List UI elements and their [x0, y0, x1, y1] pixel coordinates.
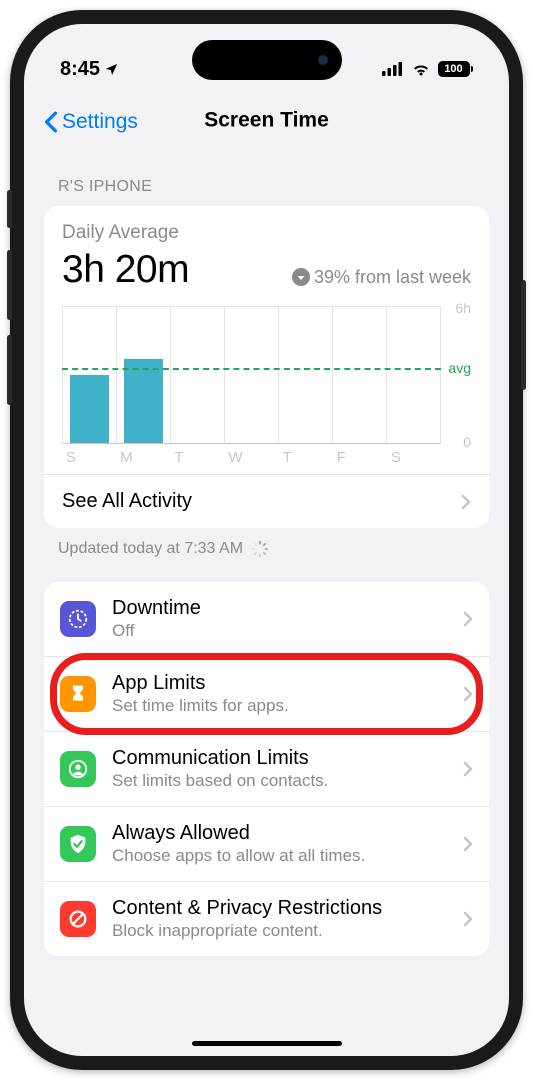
home-indicator[interactable]	[192, 1041, 342, 1046]
updated-text: Updated today at 7:33 AM	[44, 528, 489, 582]
x-axis-label: S	[387, 449, 441, 466]
chevron-right-icon	[463, 686, 473, 702]
cellular-icon	[382, 62, 404, 76]
chevron-right-icon	[463, 761, 473, 777]
chevron-left-icon	[44, 111, 58, 133]
x-axis-label: F	[333, 449, 387, 466]
chevron-right-icon	[461, 494, 471, 510]
screen: 8:45 100 Settings Screen Time	[24, 24, 509, 1056]
chart-col	[63, 307, 117, 443]
row-subtitle: Choose apps to allow at all times.	[112, 845, 447, 867]
chevron-right-icon	[463, 611, 473, 627]
always-allowed-row[interactable]: Always AllowedChoose apps to allow at al…	[44, 806, 489, 881]
chart-col	[225, 307, 279, 443]
usage-card: Daily Average 3h 20m 39% from last week	[44, 206, 489, 528]
chart-col	[333, 307, 387, 443]
x-axis-label: T	[279, 449, 333, 466]
content-privacy-row[interactable]: Content & Privacy RestrictionsBlock inap…	[44, 881, 489, 956]
person-icon	[60, 751, 96, 787]
phone-frame: 8:45 100 Settings Screen Time	[10, 10, 523, 1070]
nav-bar: Settings Screen Time	[24, 90, 509, 148]
status-time: 8:45	[60, 58, 119, 81]
chevron-right-icon	[463, 836, 473, 852]
arrow-down-circle-icon	[292, 268, 310, 286]
see-all-activity-label: See All Activity	[62, 490, 192, 513]
settings-list: DowntimeOffApp LimitsSet time limits for…	[44, 582, 489, 956]
usage-chart: 6h avg 0 SMTWTFS	[62, 306, 471, 466]
x-axis-label: W	[224, 449, 278, 466]
avg-label: avg	[448, 360, 471, 376]
spinner-icon	[251, 540, 269, 558]
row-label: Always Allowed	[112, 821, 447, 845]
downtime-icon	[60, 601, 96, 637]
row-subtitle: Off	[112, 620, 447, 642]
chart-col	[171, 307, 225, 443]
hourglass-icon	[60, 676, 96, 712]
check-shield-icon	[60, 826, 96, 862]
chart-bar	[124, 359, 162, 443]
wifi-icon	[411, 62, 431, 76]
trend-text: 39% from last week	[292, 267, 471, 288]
dynamic-island	[192, 40, 342, 80]
row-label: Communication Limits	[112, 746, 447, 770]
battery-icon: 100	[438, 61, 474, 77]
back-label: Settings	[62, 110, 138, 134]
chevron-right-icon	[463, 911, 473, 927]
chart-bar	[70, 375, 108, 443]
avg-line	[62, 368, 441, 370]
app-limits-row[interactable]: App LimitsSet time limits for apps.	[44, 656, 489, 731]
row-label: Content & Privacy Restrictions	[112, 896, 447, 920]
row-subtitle: Set limits based on contacts.	[112, 770, 447, 792]
back-button[interactable]: Settings	[44, 110, 138, 134]
section-header: R'S IPHONE	[44, 148, 489, 206]
chart-col	[387, 307, 440, 443]
communication-limits-row[interactable]: Communication LimitsSet limits based on …	[44, 731, 489, 806]
daily-average-value: 3h 20m	[62, 248, 189, 292]
downtime-row[interactable]: DowntimeOff	[44, 582, 489, 656]
chart-col	[279, 307, 333, 443]
daily-average-label: Daily Average	[62, 222, 471, 244]
row-label: Downtime	[112, 596, 447, 620]
row-label: App Limits	[112, 671, 447, 695]
row-subtitle: Block inappropriate content.	[112, 920, 447, 942]
chart-col	[117, 307, 171, 443]
nosign-icon	[60, 901, 96, 937]
y-axis-top: 6h	[455, 300, 471, 316]
y-axis-bottom: 0	[463, 434, 471, 450]
row-subtitle: Set time limits for apps.	[112, 695, 447, 717]
x-axis-label: T	[170, 449, 224, 466]
x-axis-label: S	[62, 449, 116, 466]
page-title: Screen Time	[204, 108, 329, 132]
location-icon	[104, 62, 119, 77]
see-all-activity-row[interactable]: See All Activity	[44, 474, 489, 528]
x-axis-label: M	[116, 449, 170, 466]
